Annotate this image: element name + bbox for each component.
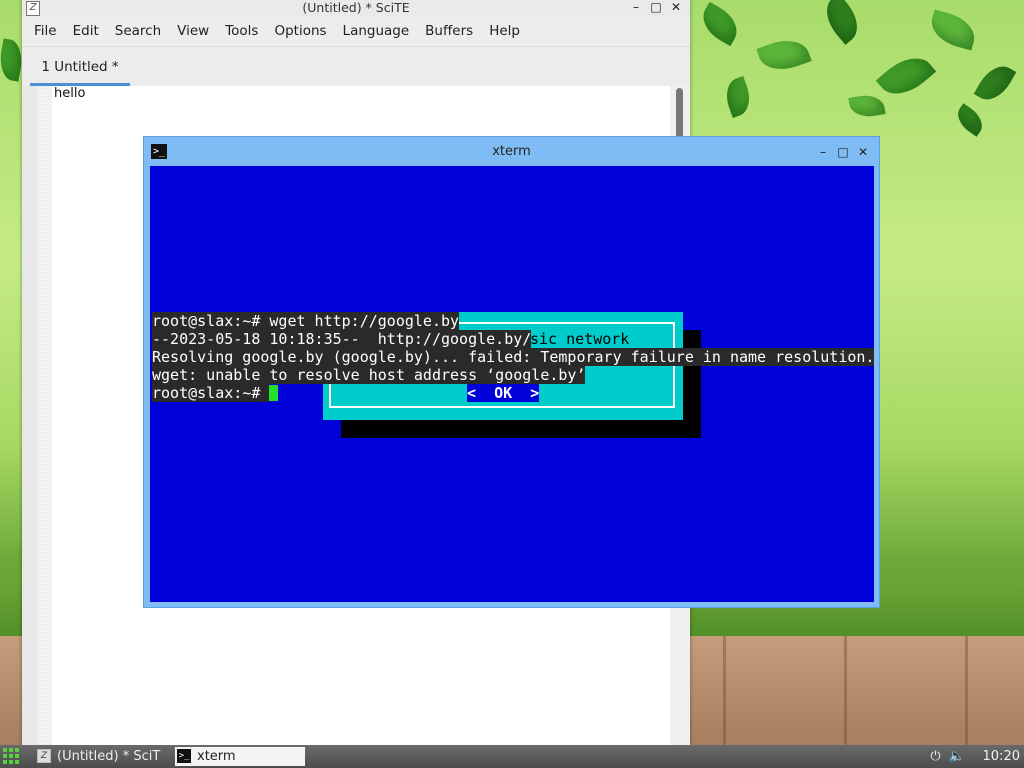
- tab-untitled[interactable]: 1 Untitled *: [30, 53, 130, 86]
- terminal-prompt: root@slax:~#: [152, 384, 270, 402]
- scite-window-title: (Untitled) * SciTE: [302, 0, 410, 15]
- taskbar-item-scite[interactable]: Z (Untitled) * SciT: [35, 747, 165, 766]
- scite-icon: Z: [37, 749, 51, 763]
- menu-search[interactable]: Search: [107, 23, 169, 39]
- terminal-line: --2023-05-18 10:18:35-- http://google.by…: [152, 330, 532, 348]
- dialog-message: sic network: [530, 330, 630, 348]
- terminal-icon: >_: [177, 749, 191, 763]
- ok-button[interactable]: < OK >: [467, 384, 539, 402]
- maximize-icon[interactable]: □: [650, 0, 662, 14]
- terminal-prompt-line: root@slax:~#: [152, 384, 279, 402]
- xterm-titlebar[interactable]: >_ xterm – □ ✕: [144, 137, 879, 167]
- scite-app-icon: Z: [26, 1, 40, 16]
- volume-icon[interactable]: 🔈: [949, 749, 965, 764]
- editor-line: hello: [54, 86, 86, 101]
- menu-language[interactable]: Language: [335, 23, 418, 39]
- leaf-decoration: [817, 0, 867, 45]
- leaf-decoration: [848, 92, 886, 120]
- terminal-icon: >_: [151, 144, 167, 159]
- terminal-line: Resolving google.by (google.by)... faile…: [152, 348, 874, 366]
- taskbar-item-label: xterm: [197, 749, 236, 764]
- taskbar: Z (Untitled) * SciT >_ xterm ⏻ 🔈 10:20: [0, 745, 1024, 768]
- system-tray: ⏻ 🔈 10:20: [929, 745, 1024, 768]
- minimize-icon[interactable]: –: [817, 145, 829, 159]
- menu-options[interactable]: Options: [266, 23, 334, 39]
- minimize-icon[interactable]: –: [630, 0, 642, 14]
- scite-tabbar: 1 Untitled *: [22, 46, 690, 86]
- leaf-decoration: [720, 75, 756, 119]
- menu-view[interactable]: View: [169, 23, 217, 39]
- leaf-decoration: [926, 9, 980, 51]
- menu-help[interactable]: Help: [481, 23, 528, 39]
- xterm-window[interactable]: >_ xterm – □ ✕ sic network < OK > root@s…: [143, 136, 880, 608]
- line-number-margin: [22, 86, 38, 745]
- leaf-decoration: [695, 1, 745, 47]
- scite-menubar: File Edit Search View Tools Options Lang…: [22, 16, 690, 46]
- close-icon[interactable]: ✕: [857, 145, 869, 159]
- scite-titlebar[interactable]: Z (Untitled) * SciTE – □ ✕: [22, 0, 690, 16]
- leaf-decoration: [951, 103, 989, 137]
- taskbar-item-label: (Untitled) * SciT: [57, 749, 161, 764]
- start-menu-icon[interactable]: [3, 748, 19, 764]
- power-icon[interactable]: ⏻: [929, 749, 943, 764]
- menu-tools[interactable]: Tools: [217, 23, 266, 39]
- leaf-decoration: [973, 59, 1017, 107]
- maximize-icon[interactable]: □: [837, 145, 849, 159]
- menu-edit[interactable]: Edit: [65, 23, 107, 39]
- clock[interactable]: 10:20: [983, 749, 1020, 764]
- taskbar-item-xterm[interactable]: >_ xterm: [175, 747, 305, 766]
- leaf-decoration: [756, 32, 812, 78]
- scite-window-controls: – □ ✕: [630, 0, 682, 14]
- xterm-window-controls: – □ ✕: [817, 145, 869, 159]
- terminal-line: root@slax:~# wget http://google.by: [152, 312, 460, 330]
- leaf-decoration: [875, 47, 937, 105]
- xterm-window-title: xterm: [492, 144, 531, 159]
- menu-buffers[interactable]: Buffers: [417, 23, 481, 39]
- menu-file[interactable]: File: [26, 23, 65, 39]
- scrollbar-thumb[interactable]: [676, 88, 683, 138]
- terminal-cursor: [269, 385, 279, 401]
- terminal-line: wget: unable to resolve host address ‘go…: [152, 366, 586, 384]
- fold-margin[interactable]: [38, 86, 52, 745]
- close-icon[interactable]: ✕: [670, 0, 682, 14]
- terminal-screen[interactable]: sic network < OK > root@slax:~# wget htt…: [150, 166, 874, 602]
